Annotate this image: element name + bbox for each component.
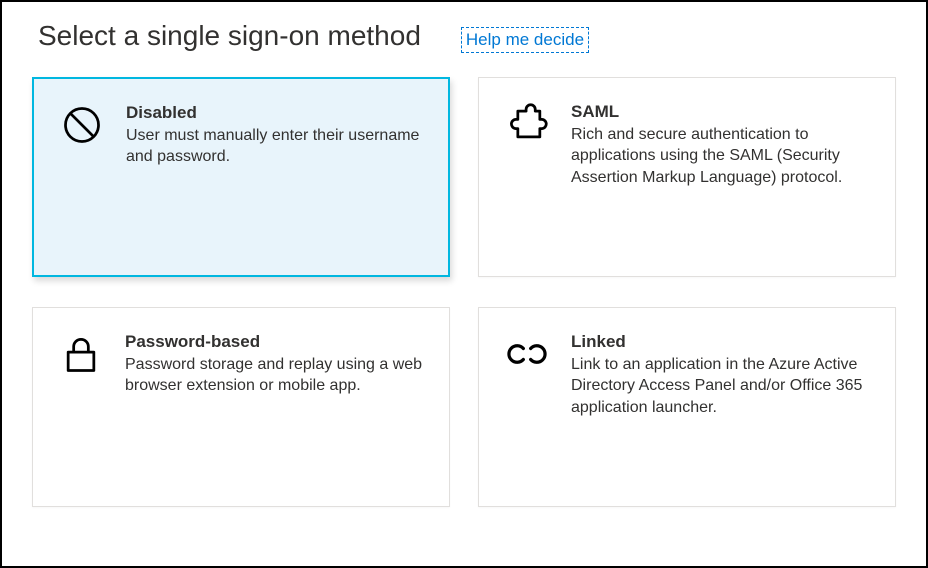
card-desc: Link to an application in the Azure Acti… (571, 354, 871, 419)
card-title: Linked (571, 332, 871, 352)
sso-method-panel: Select a single sign-on method Help me d… (0, 0, 928, 568)
card-text: SAML Rich and secure authentication to a… (571, 100, 871, 189)
disabled-icon (58, 103, 106, 151)
lock-icon (57, 332, 105, 380)
sso-card-saml[interactable]: SAML Rich and secure authentication to a… (478, 77, 896, 277)
help-me-decide-link[interactable]: Help me decide (461, 27, 589, 53)
card-desc: User must manually enter their username … (126, 125, 424, 168)
puzzle-icon (503, 102, 551, 150)
card-title: Disabled (126, 103, 424, 123)
card-title: Password-based (125, 332, 425, 352)
header-row: Select a single sign-on method Help me d… (38, 20, 896, 53)
link-icon (503, 332, 551, 380)
sso-card-grid: Disabled User must manually enter their … (32, 77, 896, 507)
card-desc: Password storage and replay using a web … (125, 354, 425, 397)
sso-card-linked[interactable]: Linked Link to an application in the Azu… (478, 307, 896, 507)
card-desc: Rich and secure authentication to applic… (571, 124, 871, 189)
card-text: Disabled User must manually enter their … (126, 101, 424, 168)
card-text: Password-based Password storage and repl… (125, 330, 425, 397)
page-title: Select a single sign-on method (38, 20, 421, 52)
sso-card-password[interactable]: Password-based Password storage and repl… (32, 307, 450, 507)
sso-card-disabled[interactable]: Disabled User must manually enter their … (32, 77, 450, 277)
card-text: Linked Link to an application in the Azu… (571, 330, 871, 419)
card-title: SAML (571, 102, 871, 122)
